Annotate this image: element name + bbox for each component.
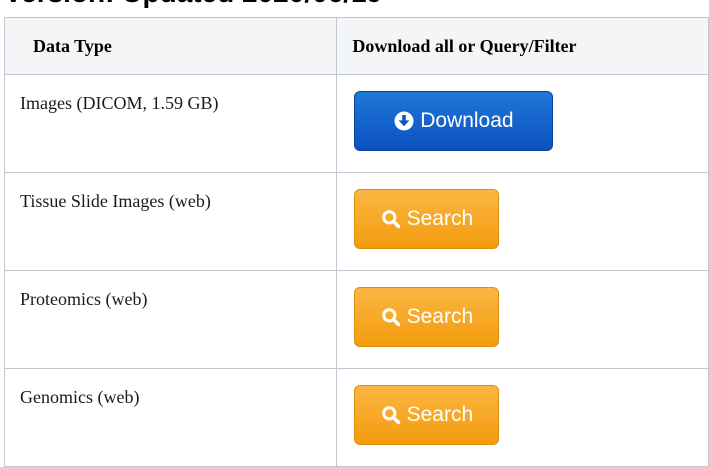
table-row: Proteomics (web) Search xyxy=(3,270,709,369)
action-cell: Download xyxy=(336,74,709,173)
data-type-cell: Genomics (web) xyxy=(3,368,338,467)
search-icon xyxy=(381,209,401,229)
search-button-genomics[interactable]: Search xyxy=(354,385,500,445)
action-cell: Search xyxy=(336,172,709,271)
table-header-row: Data Type Download all or Query/Filter xyxy=(3,17,709,75)
table-row: Tissue Slide Images (web) Search xyxy=(3,172,709,271)
data-type-cell: Tissue Slide Images (web) xyxy=(3,172,338,271)
action-cell: Search xyxy=(336,368,709,467)
column-header-data-type: Data Type xyxy=(3,17,338,75)
data-type-cell: Images (DICOM, 1.59 GB) xyxy=(3,74,338,173)
search-button-tissue-slide-images[interactable]: Search xyxy=(354,189,500,249)
action-cell: Search xyxy=(336,270,709,369)
download-button-label: Download xyxy=(420,109,514,132)
data-table: Data Type Download all or Query/Filter I… xyxy=(3,17,709,467)
data-type-cell: Proteomics (web) xyxy=(3,270,338,369)
search-button-label: Search xyxy=(406,207,474,230)
search-button-label: Search xyxy=(406,305,474,328)
search-button-label: Search xyxy=(406,403,474,426)
table-row: Genomics (web) Search xyxy=(3,368,709,467)
search-icon xyxy=(381,405,401,425)
page-heading: Version: Updated 2020/06/19 xyxy=(4,0,382,9)
search-button-proteomics[interactable]: Search xyxy=(354,287,500,347)
table-row: Images (DICOM, 1.59 GB) Download xyxy=(3,74,709,173)
download-button[interactable]: Download xyxy=(354,91,554,151)
column-header-action: Download all or Query/Filter xyxy=(336,17,709,75)
download-circle-icon xyxy=(394,111,414,131)
heading-container: Version: Updated 2020/06/19 xyxy=(0,0,709,10)
search-icon xyxy=(381,307,401,327)
